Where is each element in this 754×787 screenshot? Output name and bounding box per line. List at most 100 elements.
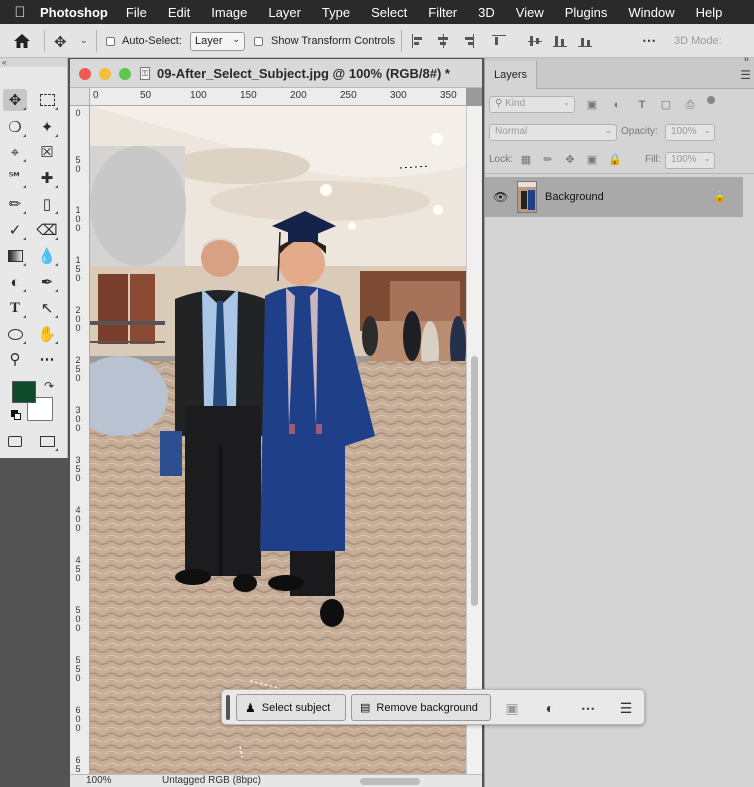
- marquee-tool-icon[interactable]: [35, 89, 59, 111]
- default-colors-icon[interactable]: [11, 410, 21, 420]
- zoom-window-button[interactable]: [119, 68, 131, 80]
- horizontal-ruler[interactable]: 0 50 100 150 200 250 300 350: [90, 88, 466, 106]
- scrollbar-thumb[interactable]: [471, 356, 478, 606]
- color-profile[interactable]: Untagged RGB (8bpc): [162, 775, 261, 786]
- filter-pixel-icon[interactable]: ▣: [586, 99, 598, 111]
- menu-3d[interactable]: 3D: [478, 5, 495, 20]
- align-left-icon[interactable]: [411, 34, 425, 48]
- blend-mode-dropdown[interactable]: Normal ⌄: [489, 124, 617, 141]
- lasso-tool-icon[interactable]: ❍: [3, 116, 27, 138]
- menu-filter[interactable]: Filter: [428, 5, 457, 20]
- healing-brush-tool-icon[interactable]: ✚: [35, 167, 59, 189]
- mask-icon[interactable]: ◐: [540, 698, 560, 718]
- show-transform-checkbox[interactable]: [254, 37, 263, 46]
- auto-select-checkbox[interactable]: [106, 37, 115, 46]
- zoom-level[interactable]: 100%: [86, 775, 112, 786]
- hand-tool-icon[interactable]: ✋: [35, 323, 59, 345]
- dodge-tool-icon[interactable]: ◐: [3, 271, 27, 293]
- ellipse-tool-icon[interactable]: [3, 323, 27, 345]
- distribute-icon[interactable]: [578, 34, 592, 48]
- edit-toolbar-icon[interactable]: ⋯: [35, 348, 59, 370]
- collapse-arrows-icon[interactable]: «: [0, 58, 67, 67]
- home-icon[interactable]: [12, 32, 32, 50]
- menu-select[interactable]: Select: [371, 5, 407, 20]
- opacity-value: 100%: [671, 126, 697, 137]
- vertical-scrollbar[interactable]: [466, 106, 482, 774]
- layer-row-background[interactable]: 👁 Background 🔒: [485, 177, 743, 217]
- filter-shape-icon[interactable]: ▢: [660, 99, 672, 111]
- layer-filter-kind-dropdown[interactable]: ⚲ Kind ⌄: [489, 96, 575, 113]
- lock-label: Lock:: [489, 154, 513, 165]
- menu-app-name[interactable]: Photoshop: [40, 5, 108, 20]
- menu-help[interactable]: Help: [696, 5, 723, 20]
- type-tool-icon[interactable]: T: [3, 297, 27, 319]
- menu-window[interactable]: Window: [628, 5, 674, 20]
- move-tool-preset-icon[interactable]: ✥: [54, 33, 72, 51]
- eyedropper-tool-icon[interactable]: ℠: [3, 167, 27, 189]
- align-vertical-center-icon[interactable]: [528, 34, 542, 48]
- align-top-icon[interactable]: [492, 34, 506, 48]
- blur-tool-icon[interactable]: 💧: [35, 245, 59, 267]
- menu-plugins[interactable]: Plugins: [565, 5, 608, 20]
- fill-field[interactable]: 100% ⌄: [665, 152, 715, 169]
- lock-artboard-icon[interactable]: ▣: [586, 154, 598, 166]
- move-tool-icon[interactable]: ✥: [3, 89, 27, 111]
- transform-selection-icon[interactable]: ▣: [502, 698, 522, 718]
- menu-edit[interactable]: Edit: [168, 5, 190, 20]
- ruler-v-label: 500: [75, 605, 81, 633]
- menu-image[interactable]: Image: [211, 5, 247, 20]
- clone-stamp-tool-icon[interactable]: ▯: [35, 193, 59, 215]
- eye-visibility-icon[interactable]: 👁: [493, 190, 508, 204]
- drag-handle[interactable]: [226, 695, 230, 720]
- filter-adjustment-icon[interactable]: ◐: [611, 99, 623, 111]
- layer-thumbnail[interactable]: [517, 181, 537, 213]
- swap-colors-icon[interactable]: ↷: [44, 379, 54, 393]
- brush-tool-icon[interactable]: ✏: [3, 193, 27, 215]
- menu-type[interactable]: Type: [322, 5, 350, 20]
- history-brush-tool-icon[interactable]: ✓: [3, 219, 27, 241]
- align-right-icon[interactable]: [461, 34, 475, 48]
- layer-name[interactable]: Background: [545, 191, 604, 203]
- auto-select-dropdown[interactable]: Layer ⌄: [190, 32, 245, 51]
- align-center-icon[interactable]: [436, 34, 450, 48]
- panel-menu-icon[interactable]: ☰: [740, 68, 751, 82]
- magic-wand-tool-icon[interactable]: ✦: [35, 116, 59, 138]
- remove-background-button[interactable]: ▤ Remove background: [351, 694, 491, 721]
- lock-transparent-pixels-icon[interactable]: ▦: [520, 154, 532, 166]
- chevron-down-icon[interactable]: ⌄: [80, 35, 88, 46]
- tab-layers[interactable]: Layers: [485, 61, 537, 89]
- quick-mask-icon[interactable]: [3, 430, 27, 452]
- filter-smart-object-icon[interactable]: ⎙: [684, 99, 696, 111]
- apple-menu-icon[interactable]: : [0, 4, 40, 21]
- zoom-tool-icon[interactable]: ⚲: [3, 348, 27, 370]
- crop-tool-icon[interactable]: ⌖: [3, 141, 27, 163]
- menu-file[interactable]: File: [126, 5, 147, 20]
- menu-layer[interactable]: Layer: [268, 5, 301, 20]
- more-options-icon[interactable]: ⋯: [578, 698, 598, 718]
- minimize-window-button[interactable]: [99, 68, 111, 80]
- path-selection-tool-icon[interactable]: ↖: [35, 297, 59, 319]
- eraser-tool-icon[interactable]: ⌫: [35, 219, 59, 241]
- ruler-origin[interactable]: [70, 88, 90, 106]
- frame-tool-icon[interactable]: ☒: [35, 141, 59, 163]
- lock-position-icon[interactable]: ✥: [564, 154, 576, 166]
- settings-sliders-icon[interactable]: ☰: [616, 698, 636, 718]
- select-subject-button[interactable]: ♟ Select subject: [236, 694, 346, 721]
- opacity-field[interactable]: 100% ⌄: [665, 124, 715, 141]
- photo-canvas[interactable]: [90, 106, 466, 774]
- divider: [485, 173, 754, 174]
- foreground-color-swatch[interactable]: [12, 381, 36, 403]
- filter-type-icon[interactable]: T: [636, 99, 648, 111]
- lock-all-icon[interactable]: 🔒: [608, 154, 622, 166]
- gradient-tool-icon[interactable]: [3, 245, 27, 267]
- screen-mode-icon[interactable]: [35, 430, 59, 452]
- vertical-ruler[interactable]: 0 50 100 150 200 250 300 350 400 450 500…: [70, 106, 90, 783]
- horizontal-scrollbar-thumb[interactable]: [360, 778, 420, 785]
- more-options-icon[interactable]: ⋯: [642, 32, 657, 49]
- menu-view[interactable]: View: [516, 5, 544, 20]
- filter-toggle-icon[interactable]: [707, 96, 715, 104]
- lock-image-pixels-icon[interactable]: ✏: [542, 154, 554, 166]
- close-window-button[interactable]: [79, 68, 91, 80]
- pen-tool-icon[interactable]: ✒: [35, 271, 59, 293]
- align-bottom-icon[interactable]: [553, 34, 567, 48]
